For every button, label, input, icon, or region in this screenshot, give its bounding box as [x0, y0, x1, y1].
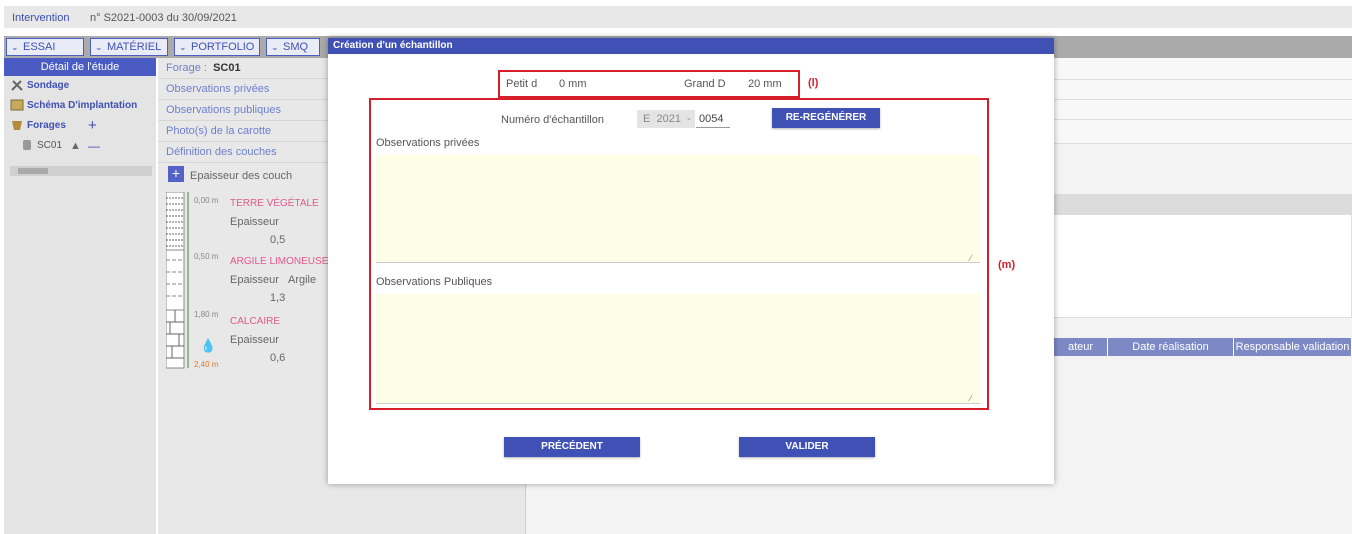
obs-privees-textarea[interactable] [376, 155, 980, 263]
modal-title: Création d'un échantillon [328, 38, 1054, 54]
layer-epaisseur-value[interactable]: 0,5 [270, 234, 285, 246]
layer-name[interactable]: CALCAIRE [230, 316, 280, 327]
chevron-down-icon: ⌄ [11, 42, 19, 52]
numero-echantillon-input[interactable]: 0054 [696, 110, 730, 128]
table-header: Responsable validation [1234, 338, 1352, 356]
drill-icon [10, 119, 24, 131]
numero-echantillon-label: Numéro d'échantillon [501, 114, 604, 126]
horizontal-scrollbar[interactable] [10, 166, 152, 176]
valider-button[interactable]: VALIDER [739, 437, 875, 457]
table-header: ateur [1054, 338, 1108, 356]
layer-epaisseur-value[interactable]: 1,3 [270, 292, 285, 304]
menu-materiel-button[interactable]: ⌄ MATÉRIEL [90, 38, 168, 56]
precedent-button[interactable]: PRÉCÉDENT [504, 437, 640, 457]
add-forage-icon[interactable]: + [88, 116, 97, 136]
breadcrumb-intervention-number: n° S2021-0003 du 30/09/2021 [90, 12, 237, 24]
obs-privees-label: Observations privées [376, 137, 480, 149]
layer-epaisseur-value[interactable]: 0,6 [270, 352, 285, 364]
obs-publiques-textarea[interactable] [376, 294, 980, 404]
menu-essai-button[interactable]: ⌄ ESSAI [6, 38, 84, 56]
left-sidebar: Détail de l'étude Sondage Schéma D'impla… [4, 58, 156, 534]
annotation-tag-l: (l) [808, 77, 819, 89]
grand-d-value: 20 mm [748, 78, 782, 90]
layer-name[interactable]: ARGILE LIMONEUSE [230, 256, 328, 267]
breadcrumb: Intervention n° S2021-0003 du 30/09/2021 [4, 6, 1352, 28]
layer-depth: 1,80 m [194, 310, 219, 319]
chevron-down-icon: ⌄ [95, 42, 103, 52]
map-icon [10, 99, 24, 111]
soil-column-graphic [166, 192, 189, 369]
layer-extra-label: Argile [288, 274, 317, 286]
create-sample-modal: Création d'un échantillon Petit d 0 mm G… [328, 38, 1054, 484]
chevron-down-icon: ⌄ [179, 42, 187, 52]
menu-portfolio-button[interactable]: ⌄ PORTFOLIO [174, 38, 260, 56]
remove-icon[interactable]: — [88, 136, 100, 156]
layer-name[interactable]: TERRE VÉGÉTALE [230, 198, 319, 209]
sidebar-header: Détail de l'étude [4, 58, 156, 76]
resize-handle-icon[interactable]: ∕ [970, 394, 978, 403]
bottom-depth: 2,40 m [194, 360, 219, 369]
layer-depth: 0,50 m [194, 252, 219, 261]
layer-depth: 0,00 m [194, 196, 219, 205]
annotation-tag-m: (m) [998, 259, 1016, 271]
petit-d-value: 0 mm [559, 78, 587, 90]
sidebar-item-sondage[interactable]: Sondage [4, 76, 156, 96]
chevron-down-icon: ⌄ [271, 42, 279, 52]
grand-d-label: Grand D [684, 78, 726, 90]
menu-smq-button[interactable]: ⌄ SMQ [266, 38, 320, 56]
petit-d-label: Petit d [506, 78, 538, 90]
layer-epaisseur-label: Epaisseur [230, 216, 279, 228]
breadcrumb-link-intervention[interactable]: Intervention [12, 12, 69, 24]
table-header: Date réalisation [1108, 338, 1234, 356]
resize-handle-icon[interactable]: ∕ [970, 254, 978, 263]
layer-epaisseur-label: Epaisseur [230, 334, 279, 346]
water-drop-icon: 💧 [200, 338, 217, 353]
cylinder-icon [20, 139, 34, 151]
sidebar-item-sc01[interactable]: SC01 ▲ — [4, 136, 156, 156]
obs-publiques-label: Observations Publiques [376, 276, 493, 288]
sidebar-item-schema[interactable]: Schéma D'implantation [4, 96, 156, 116]
numero-prefix-field: E 2021 - [637, 110, 695, 128]
layer-epaisseur-label: Epaisseur [230, 274, 279, 286]
top-bar: Intervention n° S2021-0003 du 30/09/2021 [0, 0, 1352, 34]
regenerate-button[interactable]: RE-REGÉNÉRER [772, 108, 880, 128]
scroll-thumb[interactable] [18, 168, 48, 174]
bag-icon[interactable]: ▲ [70, 136, 81, 156]
sidebar-item-forages[interactable]: Forages + [4, 116, 156, 136]
tools-icon [10, 79, 24, 92]
